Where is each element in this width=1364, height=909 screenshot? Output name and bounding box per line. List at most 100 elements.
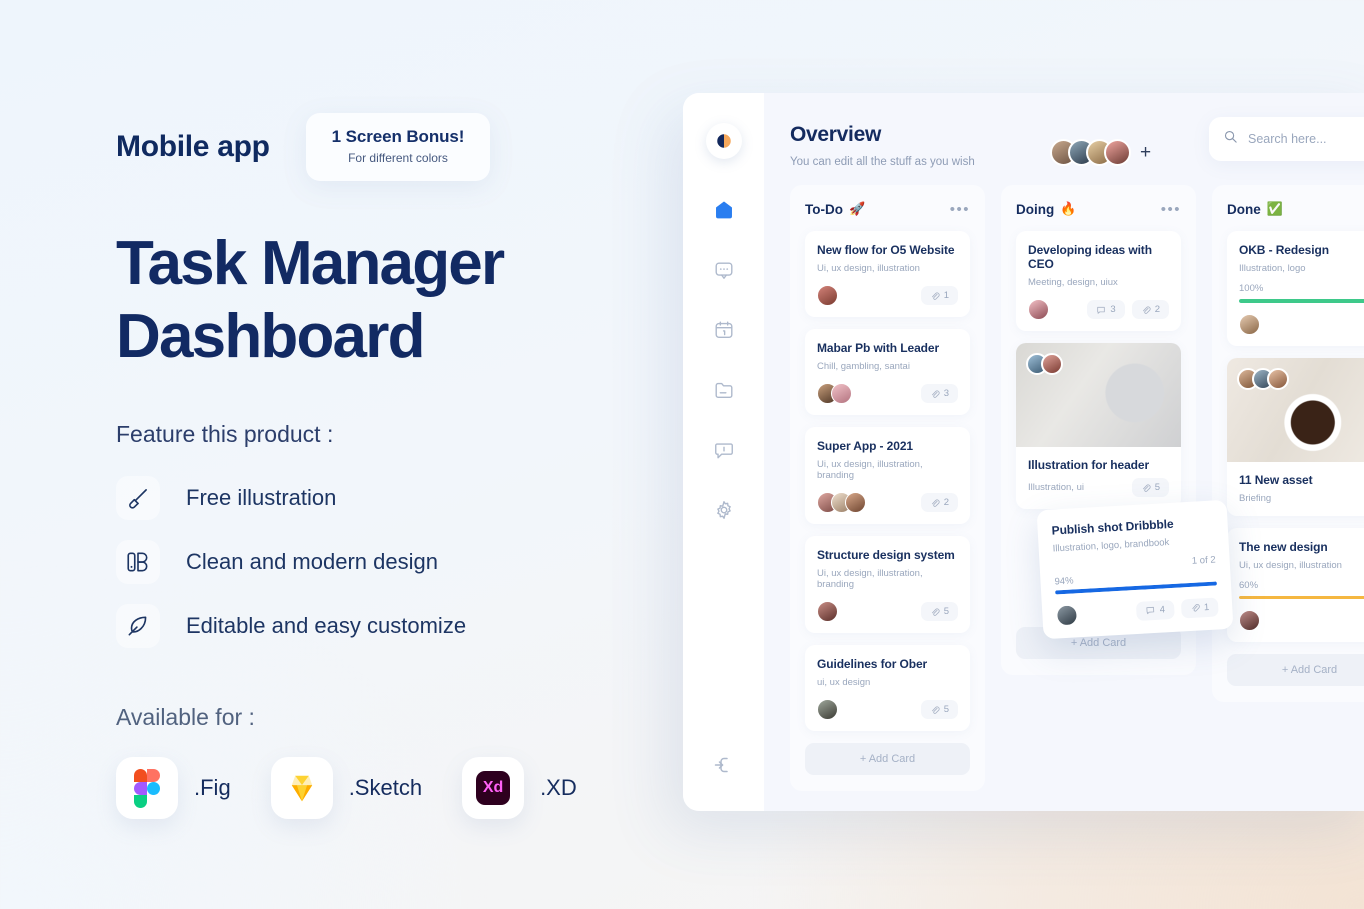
task-card[interactable]: Mabar Pb with Leader Chill, gambling, sa… <box>805 329 970 415</box>
card-metas: 5 <box>1131 478 1169 497</box>
avatar <box>1028 299 1049 320</box>
column-title: Doing 🔥 <box>1016 201 1076 217</box>
task-card[interactable]: New flow for O5 Website Ui, ux design, i… <box>805 231 970 317</box>
card-title: 11 New asset <box>1239 472 1313 487</box>
card-tags: Briefing <box>1239 492 1272 504</box>
overview-title: Overview <box>790 123 881 146</box>
task-card-with-photo[interactable]: 11 New asset Briefing <box>1227 357 1364 516</box>
sidebar-nav <box>711 197 737 523</box>
bonus-badge: 1 Screen Bonus! For different colors <box>305 113 491 181</box>
page-title-line2: Dashboard <box>116 301 425 371</box>
column-title: To-Do 🚀 <box>805 201 865 217</box>
attachment-icon <box>931 607 940 616</box>
attachment-meta: 1 <box>920 286 958 305</box>
list-item: Clean and modern design <box>116 540 676 585</box>
avatar[interactable] <box>1104 139 1131 166</box>
card-title: New flow for O5 Website <box>817 243 955 257</box>
logout-icon[interactable] <box>712 753 736 777</box>
kanban-board: To-Do 🚀 ••• New flow for O5 Website Ui, … <box>790 185 1364 811</box>
card-title: Super App - 2021 <box>817 439 913 453</box>
check-mark-icon: ✅ <box>1266 201 1283 216</box>
column-header: To-Do 🚀 ••• <box>805 201 970 217</box>
sidebar-item-chat[interactable] <box>711 257 737 283</box>
search-placeholder: Search here... <box>1248 132 1327 146</box>
column-todo: To-Do 🚀 ••• New flow for O5 Website Ui, … <box>790 185 985 791</box>
member-avatar-group[interactable]: + <box>1050 139 1151 166</box>
add-card-button[interactable]: + Add Card <box>1227 654 1364 686</box>
card-footer: 1 <box>817 285 958 306</box>
search-input[interactable]: Search here... <box>1209 117 1364 161</box>
task-card[interactable]: Developing ideas with CEO Meeting, desig… <box>1016 231 1181 331</box>
meta-value: 5 <box>943 704 949 715</box>
floating-task-card[interactable]: Publish shot Dribbble Illustration, logo… <box>1036 499 1234 639</box>
format-sketch: .Sketch <box>270 757 423 820</box>
attachment-icon <box>1192 604 1200 612</box>
feather-pen-icon <box>116 604 160 649</box>
attachment-meta: 5 <box>1131 478 1169 497</box>
card-footer: Illustration, ui 5 <box>1028 478 1169 497</box>
card-avatars <box>1239 313 1260 335</box>
attachment-meta: 3 <box>920 384 958 403</box>
format-label: .Sketch <box>348 775 423 801</box>
task-card[interactable]: Guidelines for Ober ui, ux design 5 <box>805 645 970 731</box>
card-body: Illustration for header Illustration, ui… <box>1016 447 1181 509</box>
meta-value: 1 <box>1203 601 1210 613</box>
attachment-meta: 1 <box>1180 596 1219 618</box>
progress-value: 100% <box>1239 283 1264 294</box>
page-title: Task Manager Dashboard <box>116 228 676 373</box>
card-footer: 5 <box>817 601 958 622</box>
sidebar-item-messages[interactable] <box>711 437 737 463</box>
sidebar-item-settings[interactable] <box>711 497 737 523</box>
card-footer: 3 <box>817 383 958 404</box>
avatar <box>845 492 866 513</box>
column-header: Done ✅ ••• <box>1227 201 1364 217</box>
feature-list: Free illustration Clean and modern desig… <box>116 476 676 649</box>
add-member-button[interactable]: + <box>1140 143 1151 162</box>
card-metas: 5 <box>920 700 958 719</box>
add-card-button[interactable]: + Add Card <box>805 743 970 775</box>
attachment-meta: 5 <box>920 602 958 621</box>
task-card[interactable]: Structure design system Ui, ux design, i… <box>805 536 970 633</box>
card-tags: Chill, gambling, santai <box>817 361 910 372</box>
card-tags: ui, ux design <box>817 677 871 688</box>
comment-meta: 3 <box>1087 300 1125 319</box>
column-menu-icon[interactable]: ••• <box>1161 202 1181 217</box>
feature-label: Editable and easy customize <box>186 613 467 639</box>
sidebar-item-home[interactable] <box>711 197 737 223</box>
card-metas: 5 <box>920 602 958 621</box>
sketch-icon <box>270 757 333 820</box>
progress-bar <box>1239 299 1364 303</box>
card-title: Publish shot Dribbble <box>1051 516 1174 538</box>
comment-icon <box>1146 606 1155 615</box>
column-menu-icon[interactable]: ••• <box>950 202 970 217</box>
task-card-with-photo[interactable]: Illustration for header Illustration, ui… <box>1016 343 1181 509</box>
task-card[interactable]: OKB - Redesign Illustration, logo 100% <box>1227 231 1364 346</box>
avatar <box>831 383 852 404</box>
promo-kicker: Mobile app <box>116 130 270 163</box>
task-card[interactable]: The new design Ui, ux design, illustrati… <box>1227 527 1364 642</box>
card-footer <box>1239 313 1364 335</box>
card-tags: Illustration, logo <box>1239 263 1306 274</box>
content-header: Overview You can edit all the stuff as y… <box>790 117 1364 168</box>
card-footer: 2 <box>817 492 958 513</box>
attachment-icon <box>931 498 940 507</box>
card-avatars <box>817 601 838 622</box>
column-title-text: To-Do <box>805 201 843 217</box>
attachment-icon <box>931 389 940 398</box>
coffee-desk-photo <box>1227 357 1364 462</box>
avatar <box>817 699 838 720</box>
rocket-icon: 🚀 <box>848 201 866 216</box>
sidebar-item-files[interactable] <box>711 377 737 403</box>
comment-icon <box>1097 306 1106 314</box>
card-tags: Meeting, design, uiux <box>1028 277 1118 288</box>
card-metas: 4 1 <box>1136 596 1219 621</box>
sidebar-item-calendar[interactable] <box>711 317 737 343</box>
meta-value: 3 <box>1110 304 1116 315</box>
task-card[interactable]: Super App - 2021 Ui, ux design, illustra… <box>805 427 970 524</box>
avatar <box>817 285 838 306</box>
format-list: .Fig .Sketch Xd .XD <box>116 757 676 820</box>
avatar <box>1267 367 1289 390</box>
design-layers-icon <box>116 540 160 585</box>
promo-panel: Mobile app 1 Screen Bonus! For different… <box>116 104 676 820</box>
card-tags: Illustration, logo, brandbook <box>1052 537 1170 555</box>
